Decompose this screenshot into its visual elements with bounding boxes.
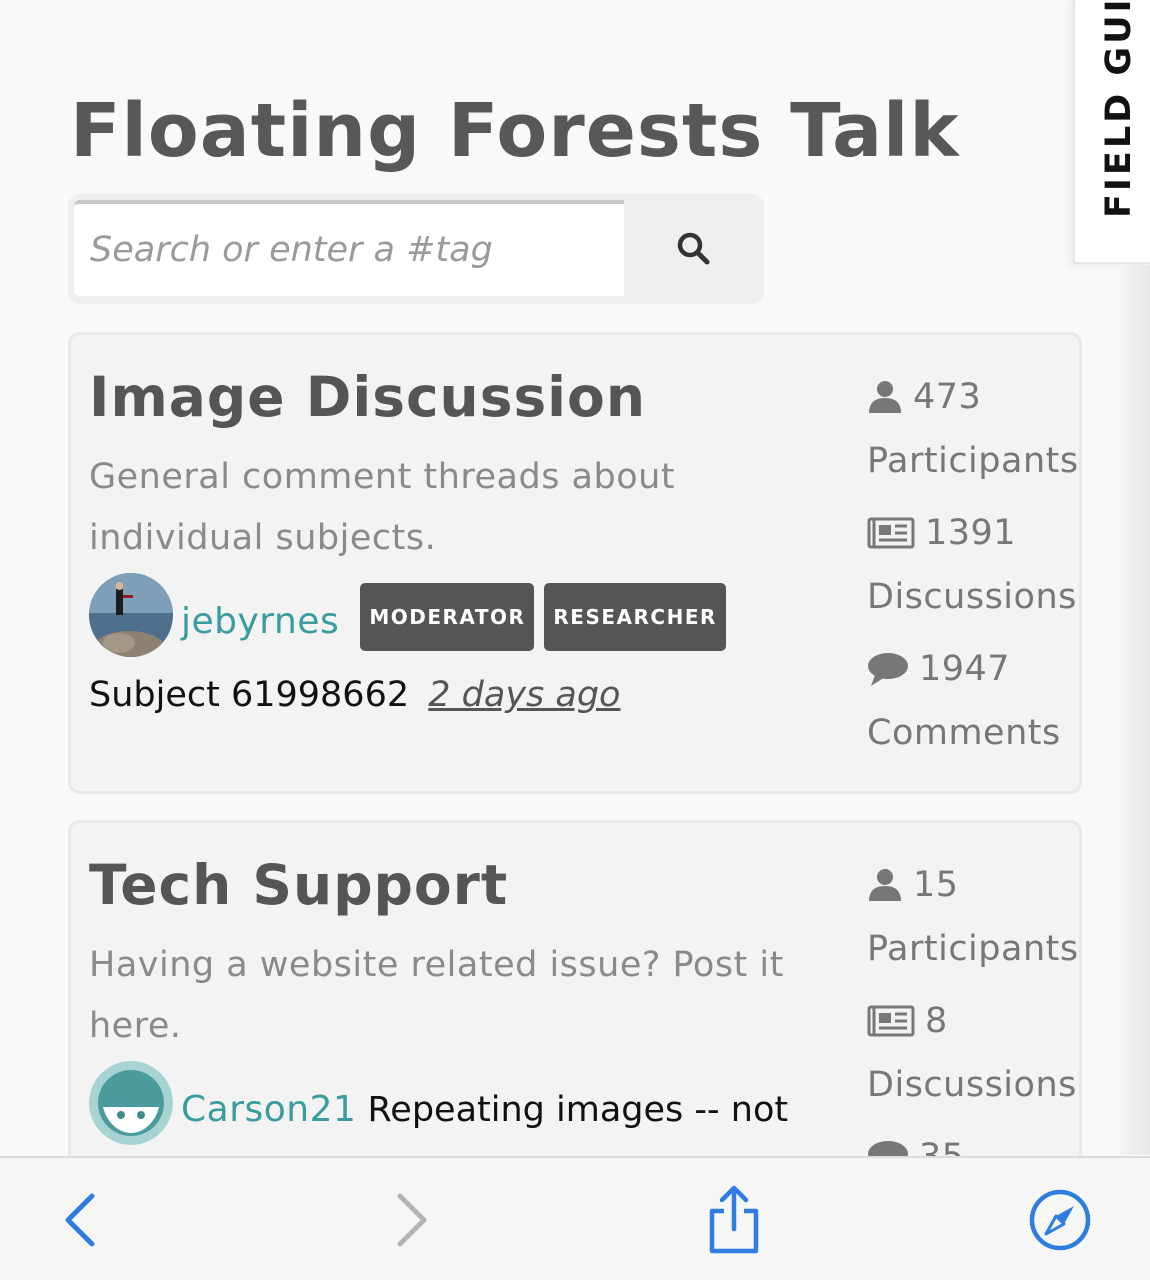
discussion-link[interactable]: Subject 61998662 <box>89 675 409 715</box>
participants-stat: 15 Participants <box>867 853 1079 989</box>
avatar[interactable] <box>89 1061 173 1145</box>
discussions-label: Discussions <box>867 1065 1077 1105</box>
discussions-stat: 8 Discussions <box>867 989 1079 1125</box>
discussions-stat: 1391 Discussions <box>867 501 1079 637</box>
board-title[interactable]: Tech Support <box>89 853 508 917</box>
participants-count: 15 <box>913 865 959 905</box>
board-card-image-discussion[interactable]: Image Discussion General comment threads… <box>68 332 1082 794</box>
newspaper-icon <box>867 517 915 549</box>
search-bar <box>68 194 764 304</box>
user-icon <box>869 381 901 413</box>
compass-button[interactable] <box>1020 1180 1100 1260</box>
discussion-link[interactable]: Repeating images -- not <box>368 1090 789 1130</box>
username-link[interactable]: jebyrnes <box>181 601 339 642</box>
browser-toolbar <box>0 1156 1150 1280</box>
timestamp-link[interactable]: 2 days ago <box>428 675 620 715</box>
latest-comment: jebyrnes MODERATOR RESEARCHER Subject 619… <box>89 573 859 725</box>
comments-stat: 1947 Comments <box>867 637 1079 773</box>
compass-icon <box>1029 1189 1091 1251</box>
comment-icon <box>868 653 908 686</box>
discussions-label: Discussions <box>867 577 1077 617</box>
board-stats: 473 Participants 1391 Discussions 1947 C… <box>867 365 1079 773</box>
moderator-badge: MODERATOR <box>360 583 535 651</box>
back-arrow-icon <box>65 1193 95 1247</box>
field-guide-tab[interactable]: FIELD GUIDE <box>1073 0 1150 264</box>
search-input[interactable] <box>74 200 624 296</box>
participants-count: 473 <box>913 377 982 417</box>
board-title[interactable]: Image Discussion <box>89 365 646 429</box>
side-panel-edge <box>1120 265 1150 1155</box>
username-link[interactable]: Carson21 <box>181 1089 356 1130</box>
page-title: Floating Forests Talk <box>70 88 960 174</box>
board-description: General comment threads about individual… <box>89 457 676 558</box>
user-icon <box>869 869 901 901</box>
forward-button[interactable] <box>372 1180 452 1260</box>
comments-count: 1947 <box>919 649 1011 689</box>
share-icon <box>709 1185 759 1254</box>
talk-page: FIELD GUIDE Floating Forests Talk Image … <box>0 0 1150 1280</box>
comments-label: Comments <box>867 713 1061 753</box>
field-guide-label: FIELD GUIDE <box>1099 0 1139 218</box>
back-button[interactable] <box>40 1180 120 1260</box>
latest-comment: Carson21 Repeating images -- not <box>89 1061 859 1153</box>
participants-label: Participants <box>867 929 1079 969</box>
search-button[interactable] <box>628 200 758 296</box>
participants-label: Participants <box>867 441 1079 481</box>
researcher-badge: RESEARCHER <box>544 583 726 651</box>
discussions-count: 8 <box>925 1001 948 1041</box>
discussions-count: 1391 <box>925 513 1017 553</box>
share-button[interactable] <box>694 1180 774 1260</box>
participants-stat: 473 Participants <box>867 365 1079 501</box>
forward-arrow-icon <box>397 1193 427 1247</box>
avatar[interactable] <box>89 573 173 657</box>
board-description: Having a website related issue? Post it … <box>89 945 784 1046</box>
newspaper-icon <box>867 1005 915 1037</box>
search-icon <box>677 232 710 265</box>
